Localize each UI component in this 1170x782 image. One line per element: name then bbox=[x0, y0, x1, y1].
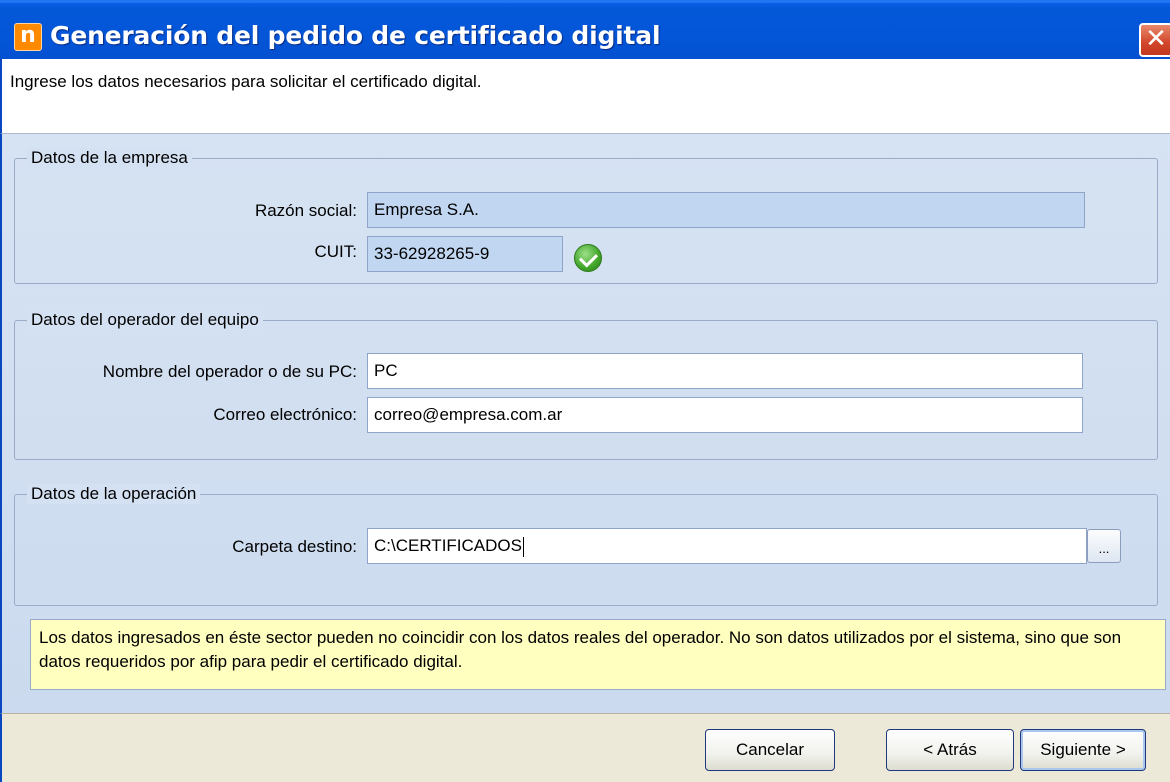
group-empresa: Datos de la empresa Razón social: Empres… bbox=[14, 148, 1158, 284]
razon-social-field[interactable]: Empresa S.A. bbox=[367, 192, 1085, 228]
cuit-label: CUIT: bbox=[314, 242, 358, 261]
back-button[interactable]: < Atrás bbox=[886, 729, 1014, 771]
check-valid-icon bbox=[574, 244, 602, 272]
next-button[interactable]: Siguiente > bbox=[1020, 729, 1146, 771]
window-title: Generación del pedido de certificado dig… bbox=[50, 21, 661, 50]
close-button[interactable]: ✕ bbox=[1139, 23, 1170, 57]
app-icon: n bbox=[14, 23, 42, 51]
razon-social-label: Razón social: bbox=[254, 201, 357, 220]
carpeta-destino-label: Carpeta destino: bbox=[232, 537, 357, 556]
instruction-text: Ingrese los datos necesarios para solici… bbox=[10, 72, 482, 91]
group-empresa-legend: Datos de la empresa bbox=[27, 148, 192, 168]
carpeta-destino-value: C:\CERTIFICADOS bbox=[374, 536, 522, 555]
nombre-operador-input[interactable]: PC bbox=[367, 353, 1083, 389]
group-operador-legend: Datos del operador del equipo bbox=[27, 310, 263, 330]
carpeta-destino-input[interactable]: C:\CERTIFICADOS bbox=[367, 528, 1087, 564]
browse-folder-button[interactable]: ... bbox=[1087, 529, 1121, 563]
correo-label: Correo electrónico: bbox=[213, 405, 357, 424]
info-note: Los datos ingresados en éste sector pued… bbox=[30, 619, 1166, 690]
nombre-operador-label: Nombre del operador o de su PC: bbox=[102, 362, 357, 381]
correo-input[interactable]: correo@empresa.com.ar bbox=[367, 397, 1083, 433]
group-operacion-legend: Datos de la operación bbox=[27, 484, 201, 504]
group-operador: Datos del operador del equipo Nombre del… bbox=[14, 310, 1158, 460]
header-band: Ingrese los datos necesarios para solici… bbox=[0, 59, 1170, 133]
group-operacion: Datos de la operación Carpeta destino: C… bbox=[14, 484, 1158, 606]
footer-bar: Cancelar < Atrás Siguiente > bbox=[0, 713, 1170, 782]
cancel-button[interactable]: Cancelar bbox=[705, 729, 835, 771]
text-caret bbox=[522, 536, 524, 557]
cuit-field[interactable]: 33-62928265-9 bbox=[367, 236, 563, 272]
